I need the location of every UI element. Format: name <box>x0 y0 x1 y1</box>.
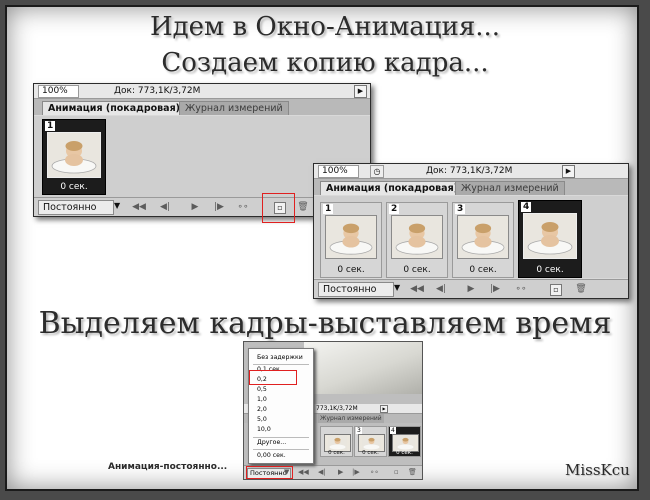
frame-thumbnail <box>457 215 509 259</box>
next-frame-icon[interactable]: |▶ <box>488 283 502 295</box>
trash-icon[interactable]: 🗑 <box>296 201 310 213</box>
frame-delay[interactable]: 0 сек. <box>355 450 386 456</box>
first-frame-icon[interactable]: ◀◀ <box>298 468 309 476</box>
heading-copy-frame: Создаем копию кадра... <box>161 48 489 78</box>
menu-item-0-5[interactable]: 0,5 <box>257 386 267 394</box>
doc-info: Док: 773,1K/3,72M <box>426 166 513 176</box>
status-menu-arrow-icon[interactable]: ▶ <box>354 85 367 98</box>
play-icon[interactable]: ▶ <box>464 283 478 295</box>
frame-delay[interactable]: 0 сек. <box>453 265 513 276</box>
frame-delay[interactable]: 0 сек. <box>321 265 381 276</box>
tween-icon[interactable]: ∘∘ <box>236 201 250 213</box>
status-bar: 100% ◷ Док: 773,1K/3,72M ▶ <box>314 164 628 179</box>
frame-number: 1 <box>45 121 56 131</box>
tween-icon[interactable]: ∘∘ <box>370 468 379 476</box>
trash-icon[interactable]: 🗑 <box>408 468 417 476</box>
frame-number: 4 <box>521 202 532 212</box>
tab-animation[interactable]: Анимация (покадровая) <box>320 181 465 195</box>
frame-number: 4 <box>390 427 396 434</box>
next-frame-icon[interactable]: |▶ <box>352 468 360 476</box>
frame-delay[interactable]: 0 сек. <box>43 182 105 193</box>
animation-frame-selected[interactable]: 4 0 сек. <box>388 426 421 457</box>
tween-icon[interactable]: ∘∘ <box>514 283 528 295</box>
frame-delay[interactable]: 0 сек. <box>321 450 352 456</box>
frame-thumbnail <box>47 132 101 178</box>
prev-frame-icon[interactable]: ◀| <box>434 283 448 295</box>
next-frame-icon[interactable]: |▶ <box>212 201 226 213</box>
menu-item-other[interactable]: Другое... <box>257 439 286 447</box>
frame-number: 1 <box>323 204 334 214</box>
panel-tabs: Анимация (покадровая) Журнал измерений <box>314 179 628 195</box>
animation-frame-selected[interactable]: 4 0 сек. <box>518 200 582 278</box>
menu-divider <box>253 364 309 365</box>
status-menu-arrow-icon[interactable]: ▶ <box>380 405 388 413</box>
animation-frame[interactable]: 3 0 сек. <box>354 426 387 457</box>
frame-number: 3 <box>455 204 466 214</box>
zoom-field[interactable]: 100% <box>38 85 79 98</box>
tab-measurement-log[interactable]: Журнал измерений <box>455 181 565 195</box>
loop-select[interactable]: Постоянно <box>318 282 394 297</box>
clock-icon[interactable]: ◷ <box>370 165 384 178</box>
duplicate-button-highlight <box>262 193 295 223</box>
duplicate-frame-icon[interactable]: ▫ <box>394 468 399 476</box>
animation-frame[interactable]: 3 0 сек. <box>452 202 514 278</box>
heading-select-frames-set-time: Выделяем кадры-выставляем время <box>38 306 612 341</box>
heading-window-animation: Идем в Окно-Анимация... <box>149 12 501 42</box>
frame-thumbnail <box>391 215 443 259</box>
menu-item-no-delay[interactable]: Без задержки <box>257 354 303 362</box>
frame-number: 3 <box>356 427 362 434</box>
animation-frame[interactable]: 1 0 сек. <box>42 119 106 195</box>
frame-delay[interactable]: 0 сек. <box>387 265 447 276</box>
zoom-field[interactable]: 100% <box>318 165 359 178</box>
loop-select[interactable]: Постоянно <box>38 200 114 215</box>
animation-toolbar: Постоянно ▼ ◀◀ ◀| ▶ |▶ ∘∘ ▫ 🗑 <box>314 279 628 298</box>
loop-select-highlight <box>246 466 293 479</box>
duplicate-frame-icon[interactable]: ▫ <box>550 284 562 296</box>
menu-current-value: 0,00 сек. <box>257 452 286 459</box>
tab-measurement-log[interactable]: Журнал измерений <box>179 101 289 115</box>
first-frame-icon[interactable]: ◀◀ <box>410 283 424 295</box>
menu-divider <box>253 449 309 450</box>
menu-divider <box>253 437 309 438</box>
animation-frame[interactable]: 0 сек. <box>320 426 353 457</box>
menu-item-2-0[interactable]: 2,0 <box>257 406 267 414</box>
menu-item-1-0[interactable]: 1,0 <box>257 396 267 404</box>
frame-thumbnail <box>523 213 577 259</box>
background-photo <box>304 342 422 394</box>
frame-delay[interactable]: 0 сек. <box>519 265 581 276</box>
panel-tabs: Анимация (покадровая) Журнал измерений <box>34 99 370 115</box>
tab-measurement-log[interactable]: Журнал измерений <box>318 414 384 423</box>
play-icon[interactable]: ▶ <box>338 468 343 476</box>
frame-area: 1 0 сек. 2 0 сек. 3 0 сек. 4 0 сек. <box>314 196 628 278</box>
animation-panel-four-frames: 100% ◷ Док: 773,1K/3,72M ▶ Анимация (пок… <box>313 163 629 299</box>
doc-info: 773,1K/3,72M <box>316 405 358 412</box>
prev-frame-icon[interactable]: ◀| <box>318 468 326 476</box>
frame-thumbnail <box>325 215 377 259</box>
first-frame-icon[interactable]: ◀◀ <box>132 201 146 213</box>
status-bar: 100% Док: 773,1K/3,72M ▶ <box>34 84 370 99</box>
menu-item-5-0[interactable]: 5,0 <box>257 416 267 424</box>
trash-icon[interactable]: 🗑 <box>574 283 588 295</box>
delay-dropdown-menu: Без задержки 0,1 сек. 0,2 0,5 1,0 2,0 5,… <box>248 348 314 464</box>
animation-frame[interactable]: 2 0 сек. <box>386 202 448 278</box>
animation-frame[interactable]: 1 0 сек. <box>320 202 382 278</box>
caption-loop-forever: Анимация-постоянно... <box>108 462 228 472</box>
doc-info: Док: 773,1K/3,72M <box>114 86 201 96</box>
menu-item-highlight <box>249 370 297 385</box>
chevron-down-icon[interactable]: ▼ <box>394 283 400 292</box>
delay-menu-screenshot: 773,1K/3,72M ▶ Журнал измерений 0 сек. 3… <box>243 341 423 480</box>
play-icon[interactable]: ▶ <box>188 201 202 213</box>
menu-item-10-0[interactable]: 10,0 <box>257 426 271 434</box>
prev-frame-icon[interactable]: ◀| <box>158 201 172 213</box>
chevron-down-icon[interactable]: ▼ <box>114 201 120 210</box>
status-menu-arrow-icon[interactable]: ▶ <box>562 165 575 178</box>
author-signature: MissKcu <box>565 461 630 479</box>
frame-delay[interactable]: 0 сек. <box>389 450 420 456</box>
frame-number: 2 <box>389 204 400 214</box>
tab-animation[interactable]: Анимация (покадровая) <box>42 101 187 115</box>
